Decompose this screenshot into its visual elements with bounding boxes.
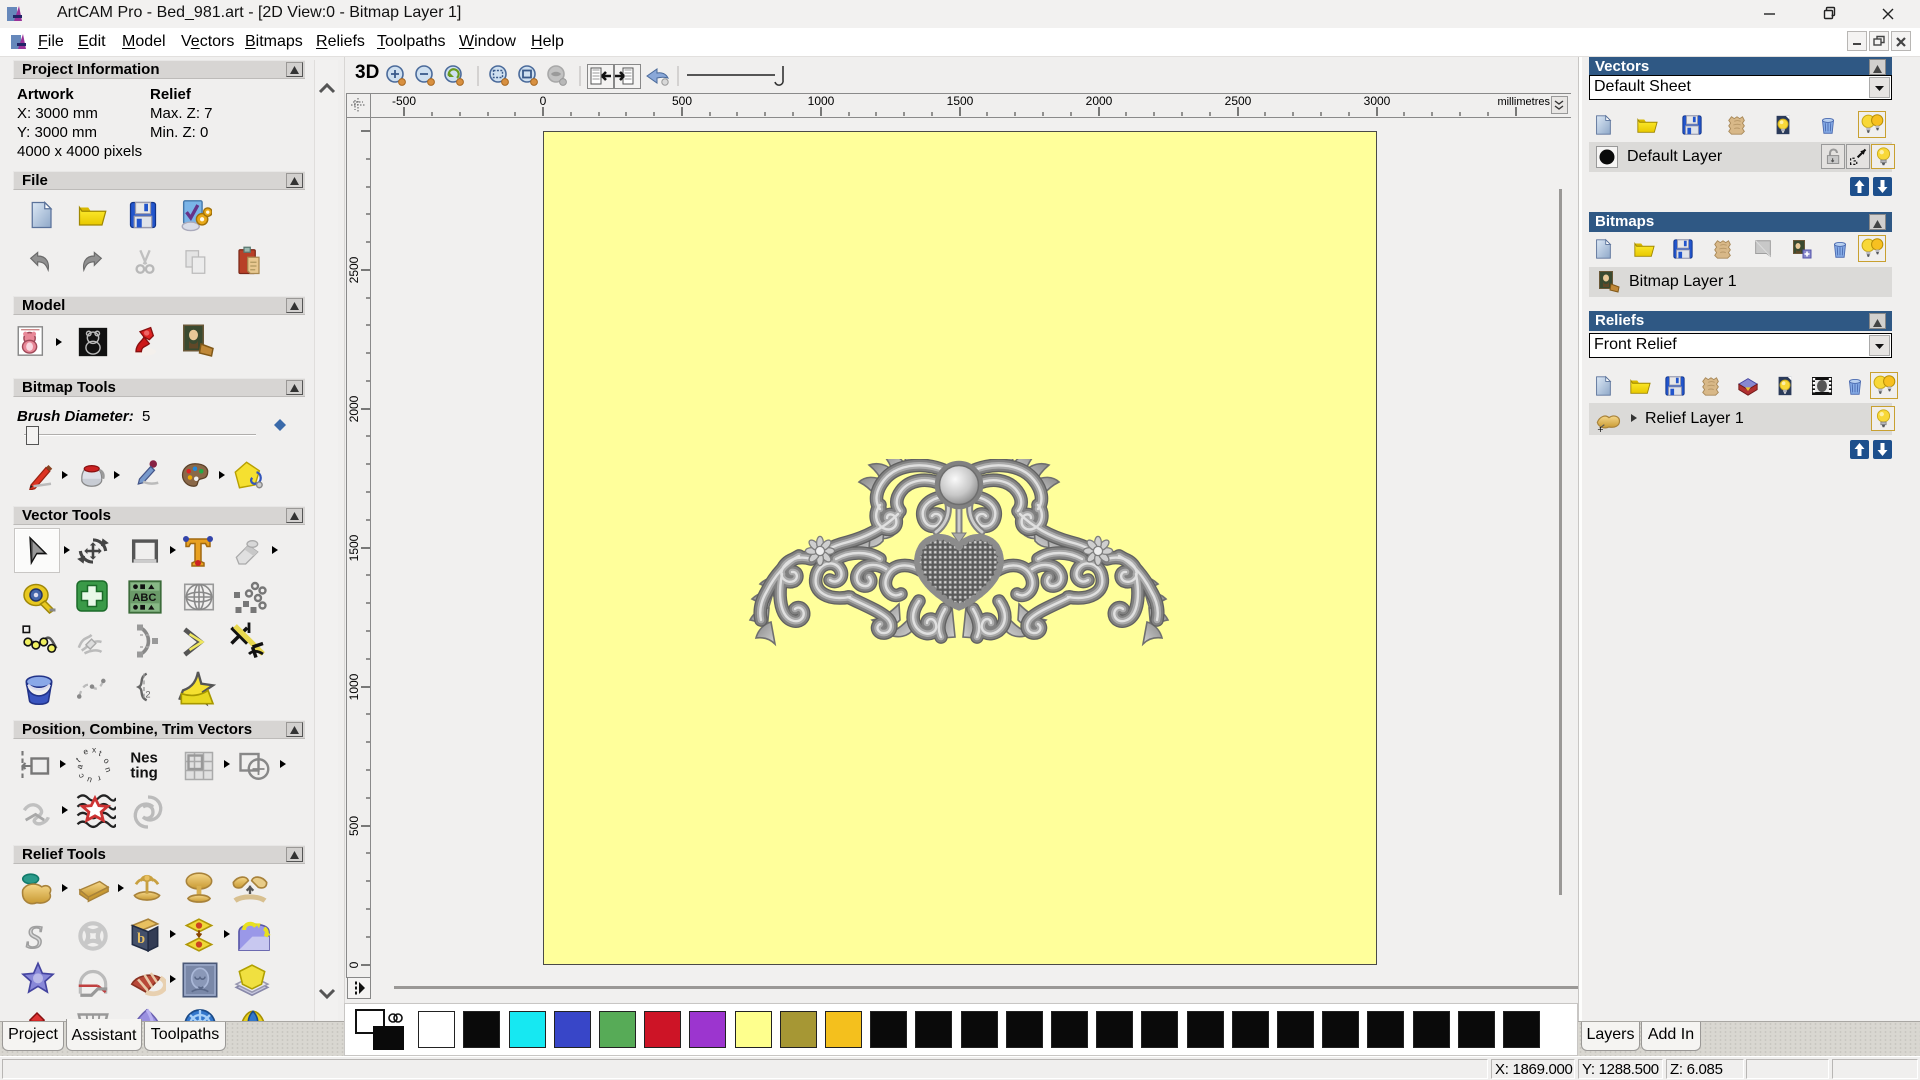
svg-text:1000: 1000	[347, 673, 361, 700]
svg-text:millimetres: millimetres	[1497, 96, 1550, 108]
svg-text:0: 0	[540, 94, 547, 108]
svg-text:2000: 2000	[347, 395, 361, 422]
svg-text:2000: 2000	[1086, 94, 1113, 108]
svg-text:1500: 1500	[947, 94, 974, 108]
svg-text:-500: -500	[392, 94, 416, 108]
svg-text:500: 500	[672, 94, 692, 108]
svg-text:2500: 2500	[347, 256, 361, 283]
svg-text:1500: 1500	[347, 534, 361, 561]
svg-text:3000: 3000	[1364, 94, 1391, 108]
svg-text:1000: 1000	[808, 94, 835, 108]
svg-text:500: 500	[347, 816, 361, 836]
svg-text:0: 0	[347, 961, 361, 968]
svg-text:2500: 2500	[1225, 94, 1252, 108]
